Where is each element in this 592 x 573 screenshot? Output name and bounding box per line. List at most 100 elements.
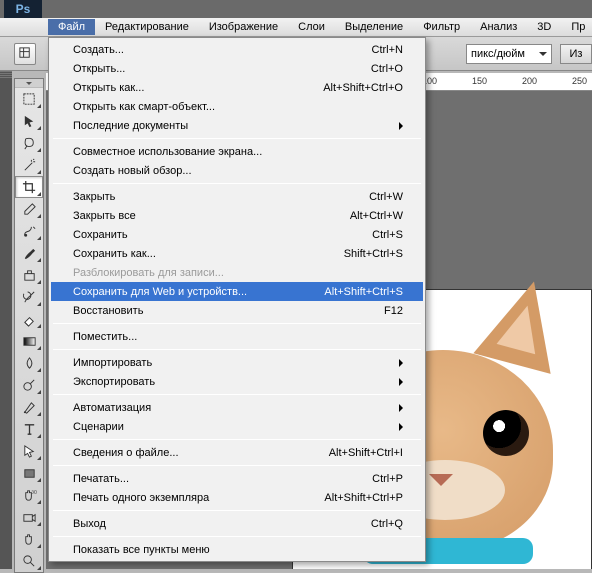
ruler-tick: 200 xyxy=(522,76,537,86)
menu-item[interactable]: ВосстановитьF12 xyxy=(51,301,423,320)
menubar-item-8[interactable]: Пр xyxy=(561,19,592,35)
chevron-right-icon xyxy=(399,122,403,130)
submenu-indicator-icon xyxy=(37,522,41,526)
menu-item-label: Сохранить xyxy=(73,229,372,241)
menu-item-label: Печатать... xyxy=(73,473,372,485)
tool-type[interactable] xyxy=(15,418,43,440)
menu-item-label: Совместное использование экрана... xyxy=(73,146,403,158)
menu-item-label: Разблокировать для записи... xyxy=(73,267,403,279)
tool-lasso[interactable] xyxy=(15,132,43,154)
tool-gradient[interactable] xyxy=(15,330,43,352)
menubar-item-3[interactable]: Слои xyxy=(288,19,335,35)
tool-marquee[interactable] xyxy=(15,88,43,110)
tool-history-brush[interactable] xyxy=(15,286,43,308)
menubar-item-5[interactable]: Фильтр xyxy=(413,19,470,35)
menu-item[interactable]: Открыть как смарт-объект... xyxy=(51,97,423,116)
menu-item[interactable]: Сохранить как...Shift+Ctrl+S xyxy=(51,244,423,263)
options-right-button[interactable]: Из xyxy=(560,44,592,64)
submenu-indicator-icon xyxy=(37,434,41,438)
tool-camera3d[interactable] xyxy=(15,506,43,528)
menu-item-label: Открыть... xyxy=(73,63,371,75)
toolbox-grip[interactable] xyxy=(15,79,43,88)
menubar-item-7[interactable]: 3D xyxy=(527,19,561,35)
app-header xyxy=(0,0,592,18)
menu-item[interactable]: Создать...Ctrl+N xyxy=(51,40,423,59)
tool-rectangle[interactable] xyxy=(15,462,43,484)
tool-blur[interactable] xyxy=(15,352,43,374)
menu-item[interactable]: Совместное использование экрана... xyxy=(51,142,423,161)
submenu-indicator-icon xyxy=(37,148,41,152)
submenu-indicator-icon xyxy=(37,126,41,130)
submenu-indicator-icon xyxy=(37,544,41,548)
menu-item[interactable]: Открыть как...Alt+Shift+Ctrl+O xyxy=(51,78,423,97)
tool-magic-wand[interactable] xyxy=(15,154,43,176)
menu-item[interactable]: Поместить... xyxy=(51,327,423,346)
tool-healing-brush[interactable] xyxy=(15,220,43,242)
menu-item[interactable]: Открыть...Ctrl+O xyxy=(51,59,423,78)
menubar-item-2[interactable]: Изображение xyxy=(199,19,288,35)
toolbox: 3D xyxy=(14,78,44,573)
tool-move[interactable] xyxy=(15,110,43,132)
menu-item-label: Последние документы xyxy=(73,120,393,132)
menu-item[interactable]: Сценарии xyxy=(51,417,423,436)
menu-separator xyxy=(53,323,421,324)
menubar-item-4[interactable]: Выделение xyxy=(335,19,413,35)
file-menu-dropdown: Создать...Ctrl+NОткрыть...Ctrl+OОткрыть … xyxy=(48,37,426,562)
menu-item-shortcut: Ctrl+W xyxy=(369,191,403,203)
tool-hand[interactable] xyxy=(15,528,43,550)
menu-item-label: Создать... xyxy=(73,44,372,56)
submenu-indicator-icon xyxy=(37,302,41,306)
menu-item[interactable]: Экспортировать xyxy=(51,372,423,391)
tool-hand3d[interactable]: 3D xyxy=(15,484,43,506)
submenu-indicator-icon xyxy=(37,170,41,174)
menubar-item-6[interactable]: Анализ xyxy=(470,19,527,35)
menu-item-label: Закрыть все xyxy=(73,210,350,222)
menu-item-shortcut: Alt+Ctrl+W xyxy=(350,210,403,222)
menu-item[interactable]: Создать новый обзор... xyxy=(51,161,423,180)
menu-item: Разблокировать для записи... xyxy=(51,263,423,282)
menu-item[interactable]: Импортировать xyxy=(51,353,423,372)
tool-dodge[interactable] xyxy=(15,374,43,396)
submenu-indicator-icon xyxy=(37,192,41,196)
tool-eyedropper[interactable] xyxy=(15,198,43,220)
tool-path-select[interactable] xyxy=(15,440,43,462)
submenu-indicator-icon xyxy=(37,324,41,328)
resolution-units-dropdown[interactable]: пикс/дюйм xyxy=(466,44,552,64)
menu-item[interactable]: Сохранить для Web и устройств...Alt+Shif… xyxy=(51,282,423,301)
palette-dock xyxy=(0,71,12,569)
tool-preset-icon[interactable] xyxy=(14,43,36,65)
tool-clone[interactable] xyxy=(15,264,43,286)
menu-item-label: Печать одного экземпляра xyxy=(73,492,324,504)
menubar-item-0[interactable]: Файл xyxy=(48,19,95,35)
menu-item[interactable]: Печать одного экземпляраAlt+Shift+Ctrl+P xyxy=(51,488,423,507)
menu-item-label: Восстановить xyxy=(73,305,384,317)
menu-item-label: Импортировать xyxy=(73,357,393,369)
menu-item-label: Закрыть xyxy=(73,191,369,203)
menu-separator xyxy=(53,465,421,466)
menu-item[interactable]: Закрыть всеAlt+Ctrl+W xyxy=(51,206,423,225)
tool-eraser[interactable] xyxy=(15,308,43,330)
menu-item[interactable]: ЗакрытьCtrl+W xyxy=(51,187,423,206)
submenu-indicator-icon xyxy=(37,214,41,218)
menu-item-label: Сценарии xyxy=(73,421,393,433)
ps-logo: Ps xyxy=(4,0,42,18)
tool-pen[interactable] xyxy=(15,396,43,418)
menubar-item-1[interactable]: Редактирование xyxy=(95,19,199,35)
submenu-indicator-icon xyxy=(37,368,41,372)
menu-item[interactable]: ВыходCtrl+Q xyxy=(51,514,423,533)
menu-item-label: Автоматизация xyxy=(73,402,393,414)
menu-item[interactable]: СохранитьCtrl+S xyxy=(51,225,423,244)
submenu-indicator-icon xyxy=(37,236,41,240)
tool-brush[interactable] xyxy=(15,242,43,264)
menu-item-label: Показать все пункты меню xyxy=(73,544,403,556)
menu-item-label: Сохранить для Web и устройств... xyxy=(73,286,324,298)
menu-item[interactable]: Последние документы xyxy=(51,116,423,135)
tool-crop[interactable] xyxy=(15,176,43,198)
menu-item-label: Экспортировать xyxy=(73,376,393,388)
menu-item[interactable]: Автоматизация xyxy=(51,398,423,417)
menu-separator xyxy=(53,536,421,537)
menu-item[interactable]: Сведения о файле...Alt+Shift+Ctrl+I xyxy=(51,443,423,462)
menu-item[interactable]: Показать все пункты меню xyxy=(51,540,423,559)
menu-item[interactable]: Печатать...Ctrl+P xyxy=(51,469,423,488)
submenu-indicator-icon xyxy=(37,478,41,482)
